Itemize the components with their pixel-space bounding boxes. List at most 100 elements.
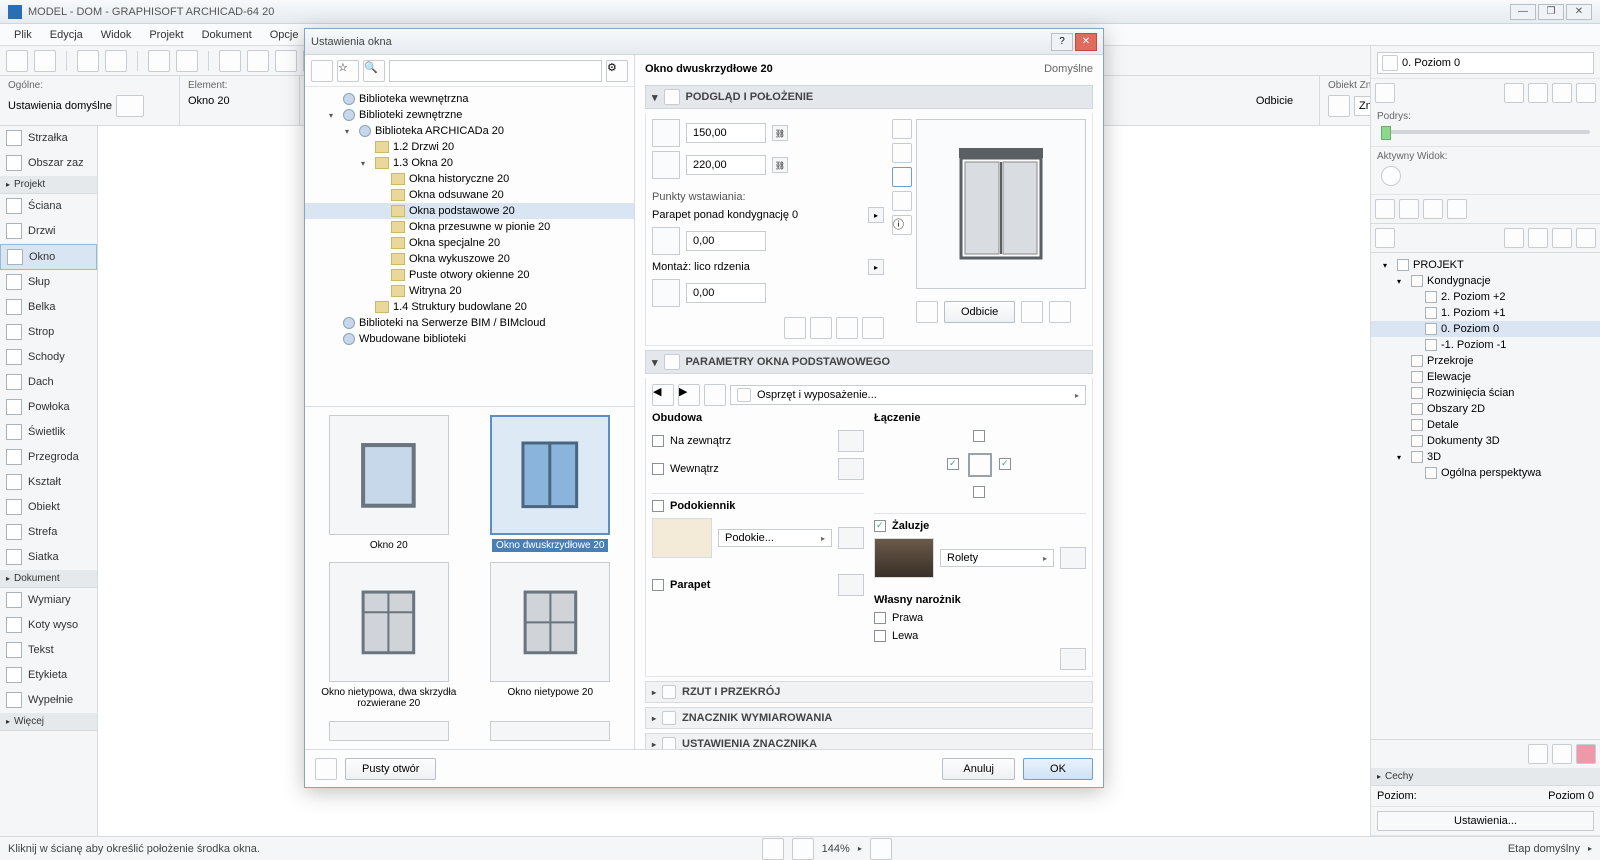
mirror2-icon[interactable] bbox=[1049, 301, 1071, 323]
tool-grid-icon[interactable] bbox=[219, 50, 241, 72]
library-tree-item[interactable]: 1.2 Drzwi 20 bbox=[305, 139, 634, 155]
tool-pen-icon[interactable] bbox=[148, 50, 170, 72]
library-thumbnails[interactable]: Okno 20Okno dwuskrzydłowe 20Okno nietypo… bbox=[305, 407, 634, 749]
wewn-settings-icon[interactable] bbox=[838, 458, 864, 480]
param-category-dropdown[interactable]: Osprzęt i wyposażenie... ▸ bbox=[730, 385, 1086, 405]
odbicie-toggle[interactable]: Odbicie bbox=[1256, 95, 1293, 107]
library-tree-item[interactable]: Okna historyczne 20 bbox=[305, 171, 634, 187]
join-bottom-checkbox[interactable] bbox=[973, 486, 985, 498]
tool-morph[interactable]: Kształt bbox=[0, 470, 97, 495]
param-next-icon[interactable]: ▶ bbox=[678, 384, 700, 406]
nav-tab1-icon[interactable] bbox=[1375, 228, 1395, 248]
join-left-checkbox[interactable] bbox=[947, 458, 959, 470]
nav-delete-icon[interactable] bbox=[1576, 744, 1596, 764]
window-maximize-button[interactable]: ❐ bbox=[1538, 4, 1564, 20]
navigator-level-dropdown[interactable]: 0. Poziom 0 bbox=[1377, 52, 1594, 74]
join-right-checkbox[interactable] bbox=[999, 458, 1011, 470]
nav-tree-item[interactable]: Przekroje bbox=[1371, 353, 1600, 369]
parapet-input[interactable] bbox=[686, 231, 766, 251]
thumbnail-item[interactable] bbox=[313, 721, 465, 741]
parapet-settings-icon[interactable] bbox=[838, 574, 864, 596]
parapet-checkbox[interactable] bbox=[652, 579, 664, 591]
zaluzje-settings-icon[interactable] bbox=[1060, 547, 1086, 569]
anchor1-icon[interactable] bbox=[784, 317, 806, 339]
mirror1-icon[interactable] bbox=[1021, 301, 1043, 323]
param-prev-icon[interactable]: ◀ bbox=[652, 384, 674, 406]
nav-tab2-icon[interactable] bbox=[1504, 228, 1524, 248]
nav-action2-icon[interactable] bbox=[1552, 744, 1572, 764]
nav-tree-item[interactable]: 2. Poziom +2 bbox=[1371, 289, 1600, 305]
tool-fill[interactable]: Wypełnie bbox=[0, 688, 97, 713]
wewn-checkbox[interactable] bbox=[652, 463, 664, 475]
tool-slab[interactable]: Strop bbox=[0, 320, 97, 345]
nav-btn2-icon[interactable] bbox=[1504, 83, 1524, 103]
menu-dokument[interactable]: Dokument bbox=[194, 27, 260, 43]
nav-btn5-icon[interactable] bbox=[1576, 83, 1596, 103]
nav-tree-item[interactable]: 0. Poziom 0 bbox=[1371, 321, 1600, 337]
nazew-settings-icon[interactable] bbox=[838, 430, 864, 452]
tool-open-icon[interactable] bbox=[34, 50, 56, 72]
view-plan-icon[interactable] bbox=[892, 143, 912, 163]
zoom-in-icon[interactable] bbox=[792, 838, 814, 860]
nav2-d-icon[interactable] bbox=[1447, 199, 1467, 219]
tool-door[interactable]: Drzwi bbox=[0, 219, 97, 244]
tool-redo-icon[interactable] bbox=[105, 50, 127, 72]
nav-action1-icon[interactable] bbox=[1528, 744, 1548, 764]
lib-fav-icon[interactable]: ☆ bbox=[337, 60, 359, 82]
zaluzje-checkbox[interactable] bbox=[874, 520, 886, 532]
library-tree-item[interactable]: Biblioteki na Serwerze BIM / BIMcloud bbox=[305, 315, 634, 331]
library-tree-item[interactable]: ▾Biblioteki zewnętrzne bbox=[305, 107, 634, 123]
join-top-checkbox[interactable] bbox=[973, 430, 985, 442]
nav-tree-item[interactable]: Detale bbox=[1371, 417, 1600, 433]
menu-plik[interactable]: Plik bbox=[6, 27, 40, 43]
wlasny-settings-icon[interactable] bbox=[1060, 648, 1086, 670]
tool-zone[interactable]: Strefa bbox=[0, 520, 97, 545]
nav-tree-item[interactable]: ▾Kondygnacje bbox=[1371, 273, 1600, 289]
tool-window[interactable]: Okno bbox=[0, 244, 97, 270]
height-input[interactable] bbox=[686, 155, 766, 175]
nav2-c-icon[interactable] bbox=[1423, 199, 1443, 219]
library-tree-item[interactable]: ▾Biblioteka ARCHICADa 20 bbox=[305, 123, 634, 139]
znacznik-icon[interactable] bbox=[1328, 95, 1350, 117]
height-lock-icon[interactable]: ⛓ bbox=[772, 157, 788, 173]
anchor3-icon[interactable] bbox=[836, 317, 858, 339]
thumbnail-item[interactable]: Okno nietypowa, dwa skrzydła rozwierane … bbox=[313, 562, 465, 710]
menu-widok[interactable]: Widok bbox=[93, 27, 140, 43]
library-tree-item[interactable]: ▾1.3 Okna 20 bbox=[305, 155, 634, 171]
nav-tab3-icon[interactable] bbox=[1528, 228, 1548, 248]
nav-btn4-icon[interactable] bbox=[1552, 83, 1572, 103]
window-minimize-button[interactable]: — bbox=[1510, 4, 1536, 20]
view-section-icon[interactable] bbox=[892, 191, 912, 211]
library-tree-item[interactable]: Puste otwory okienne 20 bbox=[305, 267, 634, 283]
menu-opcje[interactable]: Opcje bbox=[262, 27, 307, 43]
nav-tree-item[interactable]: ▾3D bbox=[1371, 449, 1600, 465]
tool-mesh[interactable]: Siatka bbox=[0, 545, 97, 570]
ok-button[interactable]: OK bbox=[1023, 758, 1093, 780]
thumbnail-item[interactable]: Okno nietypowe 20 bbox=[475, 562, 627, 710]
library-tree-item[interactable]: Okna odsuwane 20 bbox=[305, 187, 634, 203]
tool-arrow[interactable]: Strzałka bbox=[0, 126, 97, 151]
tool-undo-icon[interactable] bbox=[77, 50, 99, 72]
library-tree-item[interactable]: Okna przesuwne w pionie 20 bbox=[305, 219, 634, 235]
section-projekt[interactable]: Projekt bbox=[0, 176, 97, 194]
menu-edycja[interactable]: Edycja bbox=[42, 27, 91, 43]
view-info-icon[interactable]: ⓘ bbox=[892, 215, 912, 235]
nav-tree-item[interactable]: Obszary 2D bbox=[1371, 401, 1600, 417]
section-dokument[interactable]: Dokument bbox=[0, 570, 97, 588]
dialog-help-button[interactable]: ? bbox=[1051, 33, 1073, 51]
view-elev-icon[interactable] bbox=[892, 167, 912, 187]
library-tree-item[interactable]: Witryna 20 bbox=[305, 283, 634, 299]
nav-tree-item[interactable]: ▾PROJEKT bbox=[1371, 257, 1600, 273]
preview-panel-header[interactable]: ▾PODGLĄD I POŁOŻENIE bbox=[645, 85, 1093, 109]
nav-tree-item[interactable]: -1. Poziom -1 bbox=[1371, 337, 1600, 353]
library-tree-item[interactable]: Okna podstawowe 20 bbox=[305, 203, 634, 219]
width-input[interactable] bbox=[686, 123, 766, 143]
tool-text[interactable]: Tekst bbox=[0, 638, 97, 663]
mount-arrow-icon[interactable]: ▸ bbox=[868, 259, 884, 275]
podo-checkbox[interactable] bbox=[652, 500, 664, 512]
nav2-b-icon[interactable] bbox=[1399, 199, 1419, 219]
section-more[interactable]: Więcej bbox=[0, 713, 97, 731]
tool-label[interactable]: Etykieta bbox=[0, 663, 97, 688]
nav-tree-item[interactable]: 1. Poziom +1 bbox=[1371, 305, 1600, 321]
param-list-icon[interactable] bbox=[704, 384, 726, 406]
